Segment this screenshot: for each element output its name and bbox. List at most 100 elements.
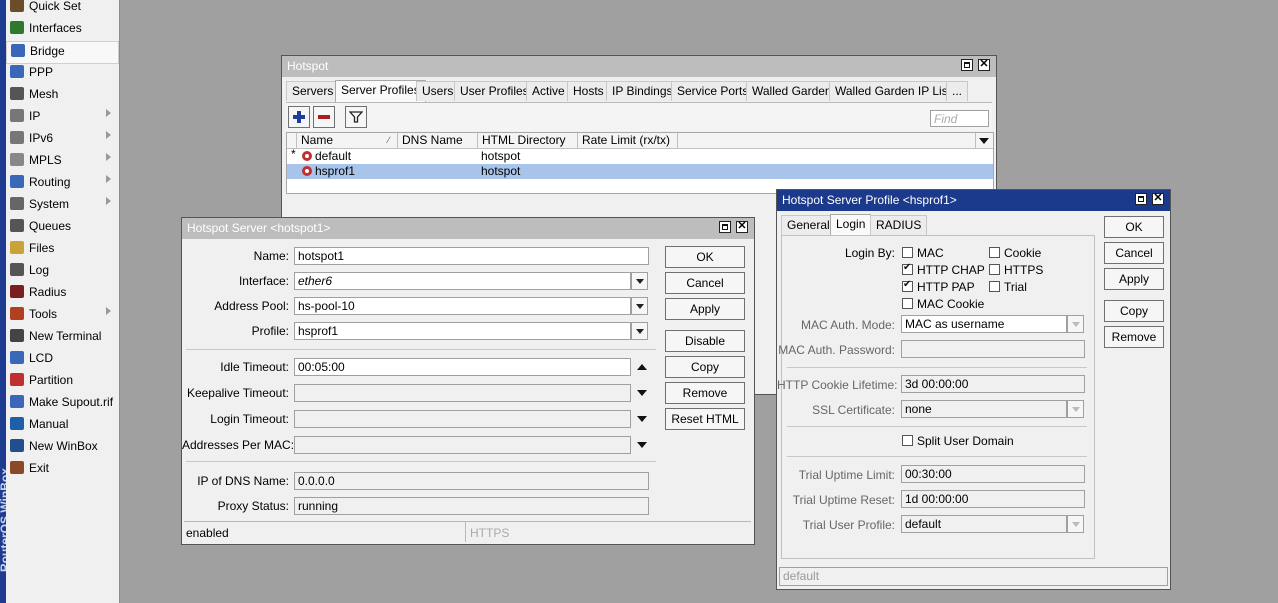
keepalive-timeout-field[interactable] — [294, 384, 631, 402]
tab-login[interactable]: Login — [830, 214, 872, 236]
tab-more[interactable]: ... — [946, 81, 969, 101]
sidebar-item-radius[interactable]: Radius — [6, 283, 119, 304]
cookie-checkbox[interactable] — [989, 247, 1000, 258]
disable-button[interactable]: Disable — [665, 330, 745, 352]
find-input[interactable]: Find — [930, 110, 989, 127]
sidebar-item-partition[interactable]: Partition — [6, 371, 119, 392]
sidebar-item-ip[interactable]: IP — [6, 107, 119, 128]
copy-button[interactable]: Copy — [665, 356, 745, 378]
table-row[interactable]: * default hotspot — [287, 147, 993, 164]
cookie-lifetime-field[interactable]: 3d 00:00:00 — [901, 375, 1085, 393]
sidebar-item-files[interactable]: Files — [6, 239, 119, 260]
mac-checkbox[interactable] — [902, 247, 913, 258]
col-html-directory[interactable]: HTML Directory — [478, 133, 578, 148]
remove-button[interactable] — [313, 106, 335, 128]
sidebar-item-ppp[interactable]: PPP — [6, 63, 119, 84]
mac-auth-mode-dropdown[interactable] — [1067, 315, 1084, 333]
sidebar-item-lcd[interactable]: LCD — [6, 349, 119, 370]
profile-select[interactable]: hsprof1 — [294, 322, 631, 340]
pool-dropdown[interactable] — [631, 297, 648, 315]
tab-general[interactable]: General — [781, 215, 836, 235]
remove-button[interactable]: Remove — [1104, 326, 1164, 348]
tab-walled-garden-ip-list[interactable]: Walled Garden IP List — [829, 81, 958, 101]
addresses-per-mac-toggle-icon[interactable] — [637, 442, 647, 448]
sidebar-item-tools[interactable]: Tools — [6, 305, 119, 326]
https-checkbox[interactable] — [989, 264, 1000, 275]
apply-button[interactable]: Apply — [1104, 268, 1164, 290]
remove-button[interactable]: Remove — [665, 382, 745, 404]
tab-users[interactable]: Users — [416, 81, 460, 101]
trial-user-profile-select[interactable]: default — [901, 515, 1067, 533]
trial-user-profile-dropdown[interactable] — [1067, 515, 1084, 533]
interface-select[interactable]: ether6 — [294, 272, 631, 290]
tab-service-ports[interactable]: Service Ports — [671, 81, 755, 101]
sidebar-item-interfaces[interactable]: Interfaces — [6, 19, 119, 40]
close-icon[interactable]: ✕ — [978, 58, 990, 71]
tab-hosts[interactable]: Hosts — [567, 81, 610, 101]
split-user-domain-checkbox[interactable] — [902, 435, 913, 446]
table-row-selected[interactable]: hsprof1 hotspot — [287, 164, 993, 179]
reset-html-button[interactable]: Reset HTML — [665, 408, 745, 430]
mac-auth-mode-select[interactable]: MAC as username — [901, 315, 1067, 333]
trial-uptime-limit-field[interactable]: 00:30:00 — [901, 465, 1085, 483]
tab-server-profiles[interactable]: Server Profiles — [335, 80, 426, 102]
tab-active[interactable]: Active — [526, 81, 571, 101]
trial-uptime-reset-field[interactable]: 1d 00:00:00 — [901, 490, 1085, 508]
sidebar-item-exit[interactable]: Exit — [6, 459, 119, 480]
trial-checkbox[interactable] — [989, 281, 1000, 292]
tab-radius[interactable]: RADIUS — [870, 215, 928, 235]
filter-button[interactable] — [345, 106, 367, 128]
sidebar-item-bridge[interactable]: Bridge — [6, 41, 119, 64]
close-icon[interactable]: ✕ — [736, 220, 748, 233]
http-pap-checkbox[interactable] — [902, 279, 913, 292]
col-name[interactable]: Name — [297, 133, 398, 148]
sidebar-item-mpls[interactable]: MPLS — [6, 151, 119, 172]
ok-button[interactable]: OK — [1104, 216, 1164, 238]
idle-timeout-toggle-icon[interactable] — [637, 364, 647, 370]
server-titlebar[interactable]: Hotspot Server <hotspot1> — [182, 218, 754, 239]
cancel-button[interactable]: Cancel — [665, 272, 745, 294]
keepalive-timeout-toggle-icon[interactable] — [637, 390, 647, 396]
ssl-certificate-dropdown[interactable] — [1067, 400, 1084, 418]
close-icon[interactable]: ✕ — [1152, 192, 1164, 205]
login-timeout-toggle-icon[interactable] — [637, 416, 647, 422]
col-dns-name[interactable]: DNS Name — [398, 133, 478, 148]
ssl-certificate-select[interactable]: none — [901, 400, 1067, 418]
ok-button[interactable]: OK — [665, 246, 745, 268]
pool-select[interactable]: hs-pool-10 — [294, 297, 631, 315]
sidebar-item-new-terminal[interactable]: New Terminal — [6, 327, 119, 348]
sidebar-item-queues[interactable]: Queues — [6, 217, 119, 238]
sidebar-item-quick-set[interactable]: Quick Set — [6, 0, 119, 18]
sidebar-item-routing[interactable]: Routing — [6, 173, 119, 194]
mac-auth-password-field[interactable] — [901, 340, 1085, 358]
sidebar-item-system[interactable]: System — [6, 195, 119, 216]
sidebar-item-new-winbox[interactable]: New WinBox — [6, 437, 119, 458]
hotspot-titlebar[interactable]: Hotspot — [282, 56, 996, 77]
tab-servers[interactable]: Servers — [286, 81, 340, 101]
sidebar-item-log[interactable]: Log — [6, 261, 119, 282]
interface-dropdown[interactable] — [631, 272, 648, 290]
tab-ip-bindings[interactable]: IP Bindings — [606, 81, 679, 101]
addresses-per-mac-field[interactable] — [294, 436, 631, 454]
tab-walled-garden[interactable]: Walled Garden — [746, 81, 838, 101]
cancel-button[interactable]: Cancel — [1104, 242, 1164, 264]
sidebar-item-manual[interactable]: Manual — [6, 415, 119, 436]
idle-timeout-field[interactable]: 00:05:00 — [294, 358, 631, 376]
maximize-icon[interactable] — [961, 59, 973, 71]
name-field[interactable]: hotspot1 — [294, 247, 649, 265]
add-button[interactable] — [288, 106, 310, 128]
sidebar-item-ipv6[interactable]: IPv6 — [6, 129, 119, 150]
sidebar-item-mesh[interactable]: Mesh — [6, 85, 119, 106]
profile-titlebar[interactable]: Hotspot Server Profile <hsprof1> — [777, 190, 1170, 211]
mac-cookie-checkbox[interactable] — [902, 298, 913, 309]
profile-dropdown[interactable] — [631, 322, 648, 340]
sidebar-item-make-supout-rif[interactable]: Make Supout.rif — [6, 393, 119, 414]
login-timeout-field[interactable] — [294, 410, 631, 428]
copy-button[interactable]: Copy — [1104, 300, 1164, 322]
http-chap-checkbox[interactable] — [902, 262, 913, 275]
columns-dropdown[interactable] — [975, 133, 993, 148]
col-rate-limit[interactable]: Rate Limit (rx/tx) — [578, 133, 678, 148]
apply-button[interactable]: Apply — [665, 298, 745, 320]
maximize-icon[interactable] — [1135, 193, 1147, 205]
tab-user-profiles[interactable]: User Profiles — [454, 81, 535, 101]
